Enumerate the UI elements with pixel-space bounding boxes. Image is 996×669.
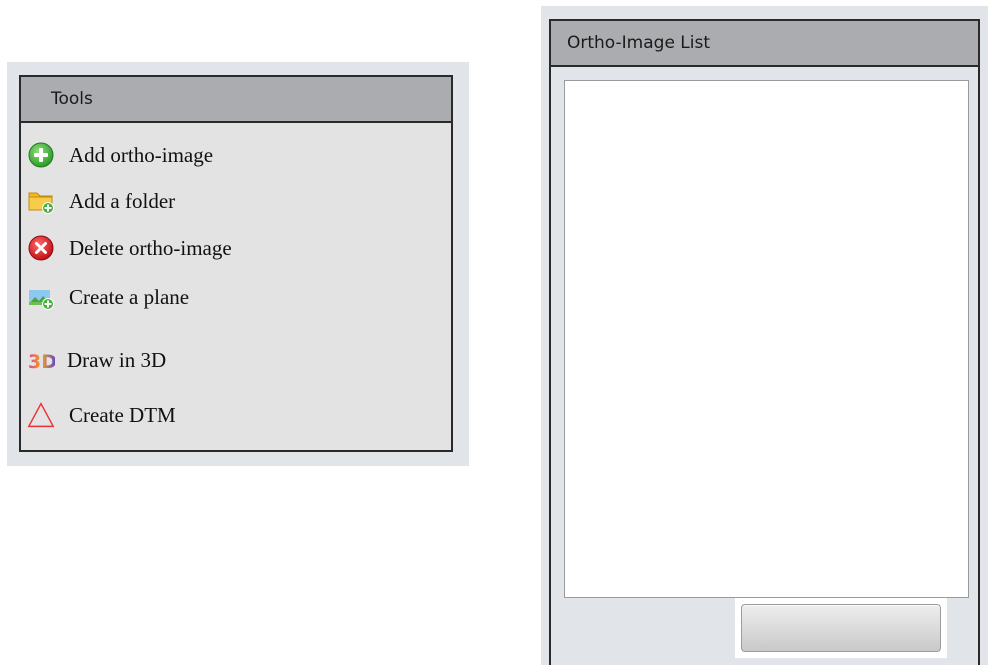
- add-circle-icon: [27, 141, 55, 169]
- tool-create-plane[interactable]: Create a plane: [27, 279, 189, 315]
- tool-draw-3d-label: Draw in 3D: [67, 347, 167, 372]
- tool-add-folder-label: Add a folder: [69, 188, 176, 213]
- triangle-icon: [27, 401, 55, 429]
- tool-delete-ortho-image[interactable]: Delete ortho-image: [27, 230, 232, 266]
- tool-create-plane-label: Create a plane: [69, 284, 190, 309]
- tool-add-folder[interactable]: Add a folder: [27, 183, 175, 219]
- tool-draw-3d[interactable]: 3D Draw in 3D: [27, 342, 166, 378]
- ortho-image-list-title: Ortho-Image List: [551, 21, 978, 67]
- tool-list: Add ortho-image Add a folder Delete orth…: [21, 123, 451, 450]
- add-plane-icon: [27, 283, 55, 311]
- add-folder-icon: [27, 187, 55, 215]
- app-root: Tools Add ortho-image Add a folder Delet…: [0, 0, 996, 669]
- list-action-button[interactable]: [741, 604, 941, 652]
- tools-frame: Tools Add ortho-image Add a folder Delet…: [7, 62, 469, 466]
- tool-add-ortho-image-label: Add ortho-image: [69, 142, 214, 167]
- delete-circle-icon: [27, 234, 55, 262]
- ortho-image-list-frame: Ortho-Image List: [541, 6, 988, 665]
- draw-3d-icon: 3D: [27, 346, 55, 374]
- tool-create-dtm-label: Create DTM: [69, 402, 176, 427]
- tool-create-dtm[interactable]: Create DTM: [27, 397, 176, 433]
- tool-delete-ortho-image-label: Delete ortho-image: [69, 235, 232, 260]
- ortho-image-list-panel: Ortho-Image List: [549, 19, 980, 665]
- tools-panel-title: Tools: [21, 77, 451, 123]
- tool-add-ortho-image[interactable]: Add ortho-image: [27, 137, 213, 173]
- tools-panel: Tools Add ortho-image Add a folder Delet…: [19, 75, 453, 452]
- ortho-image-listbox[interactable]: [564, 80, 969, 598]
- svg-text:3D: 3D: [28, 351, 55, 373]
